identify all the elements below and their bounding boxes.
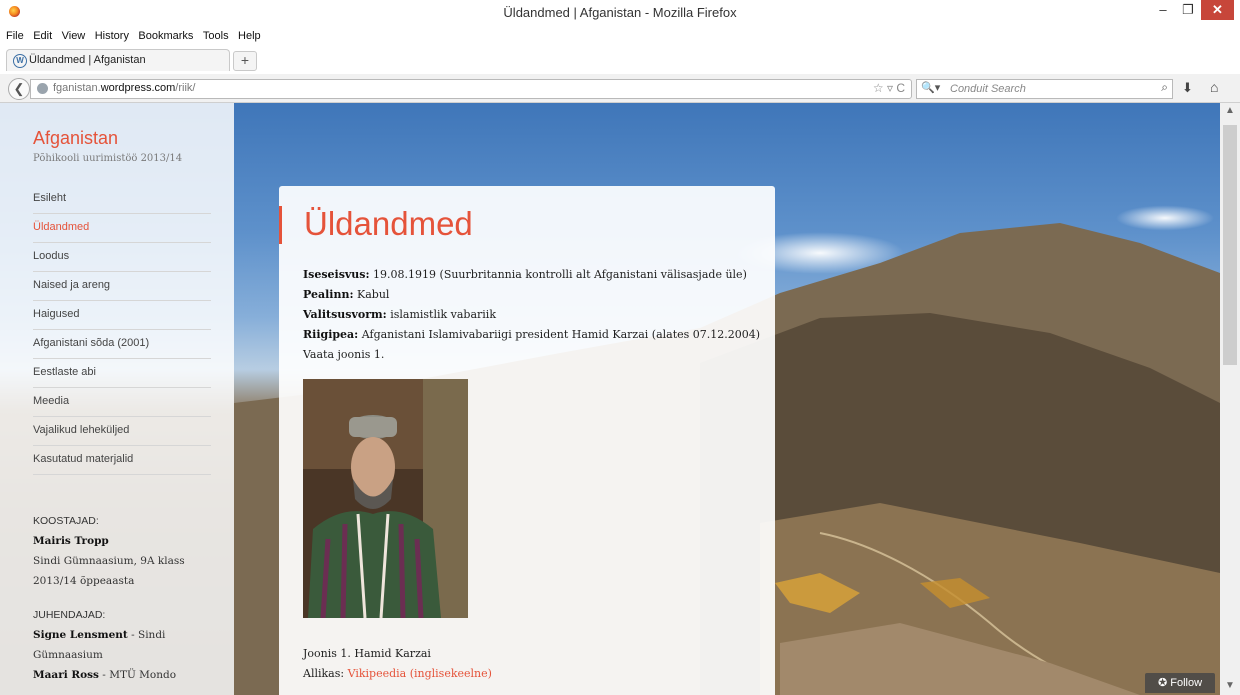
authors-info: KOOSTAJAD: Mairis Tropp Sindi Gümnaasium… (33, 511, 213, 685)
supervisor2-name: Maari Ross (33, 669, 99, 681)
menu-help[interactable]: Help (238, 30, 261, 42)
fact-capital: Pealinn: Kabul (303, 288, 390, 301)
menu-bookmarks[interactable]: Bookmarks (138, 30, 193, 42)
content-card: Üldandmed Iseseisvus: 19.08.1919 (Suurbr… (279, 186, 775, 695)
see-figure-text: Vaata joonis 1. (303, 348, 385, 361)
fact-government: Valitsusvorm: islamistlik vabariik (303, 308, 496, 321)
menu-tools[interactable]: Tools (203, 30, 229, 42)
facts-block: Iseseisvus: 19.08.1919 (Suurbritannia ko… (303, 265, 763, 365)
new-tab-button[interactable]: + (233, 51, 257, 71)
supervisor1-org: - Sindi (127, 629, 166, 641)
portrait-photo[interactable] (303, 379, 468, 618)
window-title: Üldandmed | Afganistan - Mozilla Firefox (503, 5, 737, 20)
site-title[interactable]: Afganistan (33, 128, 118, 149)
nav-item-uldandmed[interactable]: Üldandmed (33, 214, 211, 243)
tab-label: Üldandmed | Afganistan (29, 54, 146, 66)
nav-item-eestlaste-abi[interactable]: Eestlaste abi (33, 359, 211, 388)
address-bar[interactable]: fganistan.wordpress.com/riik/ ☆ ▿ C (30, 79, 912, 99)
browser-tab[interactable]: W Üldandmed | Afganistan (6, 49, 230, 71)
search-go-icon[interactable]: ⌕ (1161, 80, 1168, 95)
home-icon[interactable]: ⌂ (1210, 79, 1218, 95)
nav-item-naised-ja-areng[interactable]: Naised ja areng (33, 272, 211, 301)
author-name: Mairis Tropp (33, 535, 109, 547)
web-page: Afganistan Põhikooli uurimistöö 2013/14 … (0, 103, 1220, 695)
menu-bar: File Edit View History Bookmarks Tools H… (0, 26, 261, 42)
navigation-bar: ❮ fganistan.wordpress.com/riik/ ☆ ▿ C 🔍▾… (0, 74, 1240, 103)
back-button[interactable]: ❮ (8, 78, 30, 100)
fact-head-of-state: Riigipea: Afganistani Islamivabariigi pr… (303, 328, 761, 341)
scroll-down-icon[interactable]: ▼ (1225, 680, 1235, 691)
globe-icon (37, 83, 48, 94)
nav-item-kasutatud-materjalid[interactable]: Kasutatud materjalid (33, 446, 211, 475)
tab-strip: W Üldandmed | Afganistan + (0, 46, 1240, 72)
nav-item-esileht[interactable]: Esileht (33, 185, 211, 214)
menu-file[interactable]: File (6, 30, 24, 42)
maximize-button[interactable]: ❐ (1175, 0, 1201, 20)
supervisor1-name: Signe Lensment (33, 629, 128, 641)
nav-item-afganistani-soda[interactable]: Afganistani sõda (2001) (33, 330, 211, 359)
supervisors-caption: JUHENDAJAD: (33, 609, 106, 621)
minimize-button[interactable]: – (1151, 0, 1175, 20)
sidebar: Afganistan Põhikooli uurimistöö 2013/14 … (0, 103, 234, 695)
scroll-up-icon[interactable]: ▲ (1225, 105, 1235, 116)
figure-caption: Joonis 1. Hamid Karzai Allikas: Vikipeed… (303, 644, 492, 684)
supervisor2-org: - MTÜ Mondo (98, 669, 177, 681)
scrollbar-thumb[interactable] (1223, 125, 1237, 365)
authors-caption: KOOSTAJAD: (33, 515, 99, 527)
wordpress-icon: W (13, 54, 27, 68)
close-button[interactable]: ✕ (1201, 0, 1234, 20)
nav-item-haigused[interactable]: Haigused (33, 301, 211, 330)
supervisor1-org2: Gümnaasium (33, 649, 103, 661)
site-navigation: Esileht Üldandmed Loodus Naised ja areng… (33, 185, 211, 475)
menu-edit[interactable]: Edit (33, 30, 52, 42)
author-year: 2013/14 õppeaasta (33, 575, 135, 587)
heading-accent-bar (279, 206, 282, 244)
nav-item-vajalikud-lehekuljed[interactable]: Vajalikud leheküljed (33, 417, 211, 446)
follow-button[interactable]: ✪ Follow (1145, 673, 1215, 693)
source-link[interactable]: Vikipeedia (inglisekeelne) (348, 667, 492, 680)
vertical-scrollbar[interactable]: ▲ ▼ (1220, 103, 1240, 695)
download-icon[interactable]: ⬇ (1182, 80, 1193, 96)
site-subtitle: Põhikooli uurimistöö 2013/14 (33, 153, 183, 164)
source-label: Allikas: (303, 667, 348, 680)
menu-view[interactable]: View (62, 30, 86, 42)
title-bar: Üldandmed | Afganistan - Mozilla Firefox… (0, 0, 1240, 24)
menu-history[interactable]: History (95, 30, 129, 42)
bookmark-star-icon[interactable]: ☆ ▿ C (873, 81, 905, 95)
search-box[interactable]: 🔍▾ Conduit Search ⌕ (916, 79, 1173, 99)
url-text: fganistan.wordpress.com/riik/ (53, 82, 196, 94)
caption-text: Joonis 1. Hamid Karzai (303, 647, 431, 660)
search-input[interactable]: Conduit Search (950, 83, 1026, 95)
nav-item-meedia[interactable]: Meedia (33, 388, 211, 417)
page-title: Üldandmed (304, 205, 473, 242)
nav-item-loodus[interactable]: Loodus (33, 243, 211, 272)
search-engine-icon[interactable]: 🔍▾ (921, 81, 940, 94)
author-school: Sindi Gümnaasium, 9A klass (33, 555, 185, 567)
fact-independence: Iseseisvus: 19.08.1919 (Suurbritannia ko… (303, 268, 747, 281)
